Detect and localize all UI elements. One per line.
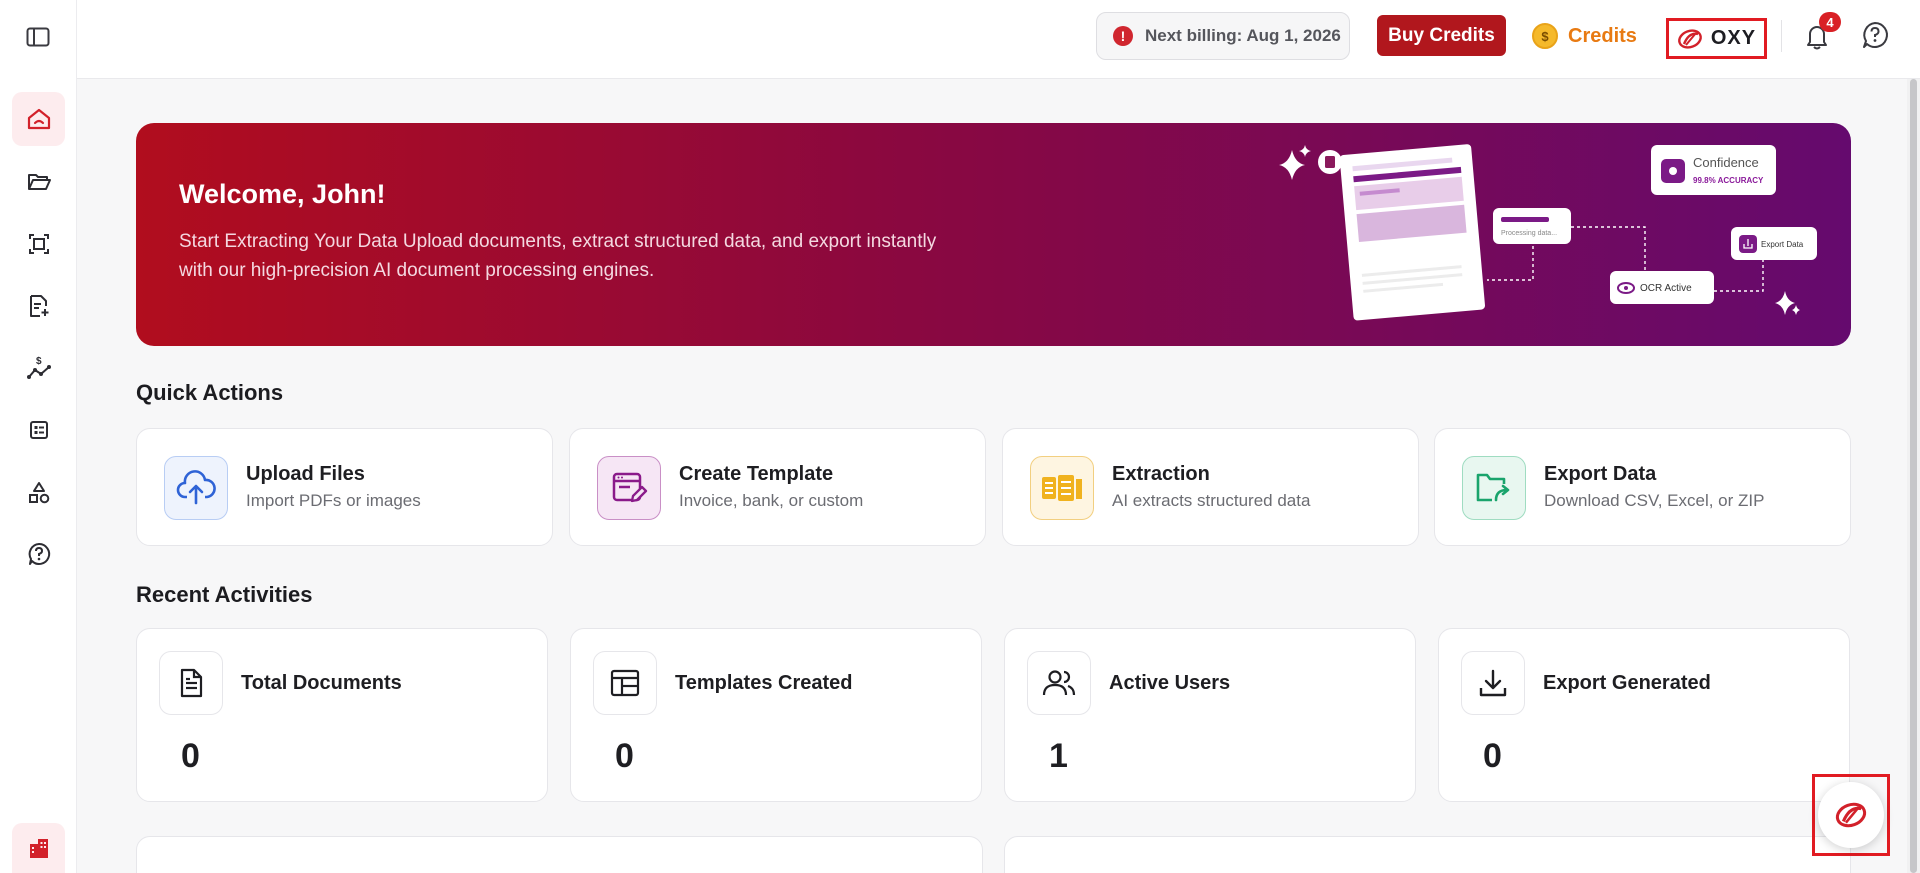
home-icon — [27, 108, 50, 130]
welcome-description: Start Extracting Your Data Upload docume… — [179, 231, 937, 281]
export-data-title: Export Data — [1544, 463, 1657, 485]
topbar-divider — [1781, 20, 1782, 52]
sidebar-item-home[interactable] — [12, 92, 65, 146]
sidebar-item-scan[interactable] — [12, 217, 65, 271]
download-icon — [1461, 651, 1525, 715]
stat-title: Active Users — [1109, 672, 1231, 694]
processing-label: Processing data... — [1501, 230, 1557, 237]
sparkle-small-icon — [1775, 291, 1800, 315]
users-icon — [1027, 651, 1091, 715]
export-data-card[interactable]: Export Data Download CSV, Excel, or ZIP — [1434, 428, 1851, 546]
stat-templates-created: Templates Created 0 — [570, 628, 982, 802]
building-icon — [29, 839, 48, 858]
help-bubble-icon — [28, 542, 50, 565]
cost-graph-icon: $ — [26, 356, 51, 379]
checklist-icon — [29, 421, 48, 439]
billing-text: Next billing: Aug 1, 2026 — [1145, 26, 1341, 45]
template-edit-icon — [597, 456, 661, 520]
welcome-title: Welcome, John! — [179, 179, 386, 209]
cloud-upload-icon — [164, 456, 228, 520]
create-template-title: Create Template — [679, 463, 834, 485]
fab-circle — [1818, 782, 1884, 848]
folder-export-icon — [1462, 456, 1526, 520]
credits-label: Credits — [1568, 24, 1637, 47]
stat-export-generated: Export Generated 0 — [1438, 628, 1850, 802]
sidebar-item-files[interactable] — [12, 155, 65, 209]
extraction-card[interactable]: Extraction AI extracts structured data — [1002, 428, 1419, 546]
top-bar — [77, 0, 1920, 79]
scan-icon — [28, 234, 49, 254]
help-icon[interactable] — [1860, 20, 1892, 52]
accuracy-label: 99.8% ACCURACY — [1693, 176, 1764, 185]
template-icon — [593, 651, 657, 715]
stat-title: Export Generated — [1543, 672, 1711, 694]
sidebar-item-billing[interactable]: $ — [12, 341, 65, 395]
info-icon: ! — [1113, 26, 1133, 46]
oxy-logo-icon — [1677, 28, 1702, 49]
export-label: Export Data — [1761, 240, 1804, 249]
sparkle-icon — [1279, 145, 1311, 180]
upload-files-subtitle: Import PDFs or images — [246, 491, 421, 510]
coin-icon: $ — [1532, 23, 1558, 49]
sidebar-item-tasks[interactable] — [12, 403, 65, 457]
stat-value: 0 — [1483, 737, 1502, 775]
extraction-title: Extraction — [1112, 463, 1210, 485]
sidebar-item-organization[interactable] — [12, 823, 65, 873]
document-icon — [159, 651, 223, 715]
stat-title: Total Documents — [241, 672, 402, 694]
organization-switcher[interactable]: OXY — [1666, 18, 1767, 59]
billing-status: ! Next billing: Aug 1, 2026 — [1096, 12, 1350, 60]
notification-badge: 4 — [1819, 12, 1841, 32]
stat-value: 0 — [181, 737, 200, 775]
create-template-card[interactable]: Create Template Invoice, bank, or custom — [569, 428, 986, 546]
oxy-logo-icon — [1835, 802, 1867, 828]
assistant-fab-button[interactable] — [1812, 774, 1890, 856]
organization-name: OXY — [1710, 27, 1757, 49]
recent-activities-title: Recent Activities — [136, 582, 313, 607]
scrollbar-thumb[interactable] — [1910, 79, 1917, 873]
bottom-panel-left — [136, 836, 983, 873]
create-template-subtitle: Invoice, bank, or custom — [679, 491, 864, 510]
document-processing-illustration: Processing data... Confidence 99.8% ACCU… — [1279, 144, 1817, 321]
upload-files-title: Upload Files — [246, 463, 365, 485]
svg-text:$: $ — [36, 356, 42, 367]
stat-active-users: Active Users 1 — [1004, 628, 1416, 802]
sidebar-item-categories[interactable] — [12, 466, 65, 520]
document-add-icon — [29, 295, 48, 317]
sidebar-item-documents[interactable] — [12, 279, 65, 333]
ocr-label: OCR Active — [1640, 283, 1692, 294]
stat-value: 1 — [1049, 737, 1068, 775]
page-scrollbar[interactable] — [1907, 79, 1920, 873]
buy-credits-button[interactable]: Buy Credits — [1377, 15, 1506, 56]
confidence-label: Confidence — [1693, 155, 1759, 170]
sidebar: $ — [0, 0, 77, 873]
stat-value: 0 — [615, 737, 634, 775]
extraction-subtitle: AI extracts structured data — [1112, 491, 1311, 510]
shapes-icon — [28, 482, 49, 504]
credits-link[interactable]: $ Credits — [1532, 22, 1637, 50]
sidebar-item-help[interactable] — [12, 527, 65, 581]
upload-files-card[interactable]: Upload Files Import PDFs or images — [136, 428, 553, 546]
welcome-banner: Welcome, John! Start Extracting Your Dat… — [136, 123, 1851, 346]
stat-total-documents: Total Documents 0 — [136, 628, 548, 802]
quick-actions-title: Quick Actions — [136, 380, 284, 405]
folder-open-icon — [27, 174, 51, 190]
sidebar-toggle-icon[interactable] — [22, 24, 54, 50]
extraction-icon — [1030, 456, 1094, 520]
export-data-subtitle: Download CSV, Excel, or ZIP — [1544, 491, 1765, 510]
bottom-panel-right — [1004, 836, 1851, 873]
stat-title: Templates Created — [675, 672, 853, 694]
